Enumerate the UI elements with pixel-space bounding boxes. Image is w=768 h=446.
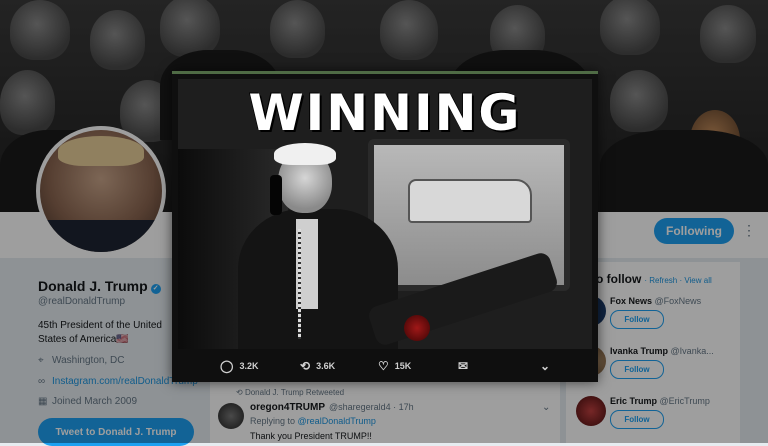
follow-button[interactable]: Follow xyxy=(610,310,664,329)
profile-location-row: ⌖ Washington, DC xyxy=(38,355,124,366)
image-headline: WINNING xyxy=(248,84,522,142)
banner-person xyxy=(600,0,660,55)
red-virus-emblem xyxy=(404,315,430,341)
retweet-icon: ⟲ xyxy=(236,388,245,397)
follow-button[interactable]: Follow xyxy=(610,410,664,429)
banner-person xyxy=(270,0,325,58)
tweet-image[interactable]: WINNING xyxy=(178,79,592,349)
banner-person xyxy=(380,0,438,60)
suggestion-handle[interactable]: @Ivanka... xyxy=(671,346,714,356)
suggestion-avatar[interactable] xyxy=(576,396,606,426)
more-icon[interactable]: ⋮ xyxy=(742,222,756,239)
suggestion-name-row: Eric Trump @EricTrump xyxy=(610,396,710,406)
tweet-author-avatar[interactable] xyxy=(218,403,244,429)
profile-handle[interactable]: @realDonaldTrump xyxy=(38,296,125,307)
profile-avatar[interactable] xyxy=(36,126,166,256)
verified-icon: ✓ xyxy=(150,284,161,294)
retweet-note-text: Donald J. Trump Retweeted xyxy=(244,388,345,397)
heart-icon: ♡ xyxy=(378,359,389,373)
banner-person xyxy=(700,5,756,63)
tweet-author-handle[interactable]: @sharegerald4 · 17h xyxy=(329,402,414,412)
suggestion-name-row: Fox News @FoxNews xyxy=(610,296,701,306)
banner-person xyxy=(160,0,220,57)
profile-joined: Joined March 2009 xyxy=(52,396,138,407)
reply-count: 3.2K xyxy=(239,361,259,371)
chevron-down-icon[interactable]: ⌄ xyxy=(542,402,550,413)
profile-joined-row: ▦ Joined March 2009 xyxy=(38,396,137,407)
banner-person xyxy=(10,0,70,60)
retweet-icon: ⟲ xyxy=(300,359,311,373)
banner-suit xyxy=(600,130,768,212)
like-action[interactable]: ♡ 15K xyxy=(378,359,411,373)
link-icon: ∞ xyxy=(38,376,46,387)
tweet-replying-to: Replying to @realDonaldTrump xyxy=(250,416,376,426)
map-pin-icon: ⌖ xyxy=(38,355,44,366)
suggestion-eric-trump: Eric Trump @EricTrump Follow xyxy=(576,396,736,444)
retweet-note: ⟲ Donald J. Trump Retweeted xyxy=(236,388,344,397)
message-action[interactable]: ✉ xyxy=(458,359,474,373)
suggestion-name[interactable]: Eric Trump xyxy=(610,396,657,406)
modal-top-bar xyxy=(172,71,598,74)
reply-icon: ◯ xyxy=(220,359,234,373)
retweet-count: 3.6K xyxy=(316,361,336,371)
following-button[interactable]: Following xyxy=(654,218,734,244)
tweet-to-button[interactable]: Tweet to Donald J. Trump xyxy=(38,418,194,446)
suggestion-name[interactable]: Fox News xyxy=(610,296,652,306)
profile-bio: 45th President of the United States of A… xyxy=(38,320,162,345)
tweet-text: Thank you President TRUMP!! xyxy=(250,431,372,441)
tweet-author-row: oregon4TRUMP @sharegerald4 · 17h xyxy=(250,402,414,413)
suggestion-fox-news: Fox News @FoxNews Follow xyxy=(576,296,736,344)
avatar-hair xyxy=(58,136,144,166)
chevron-down-icon: ⌄ xyxy=(540,359,551,373)
tweet-author-name[interactable]: oregon4TRUMP xyxy=(250,402,325,413)
phone-cord xyxy=(298,229,301,339)
man-hair xyxy=(274,143,336,165)
like-count: 15K xyxy=(394,361,412,371)
profile-location: Washington, DC xyxy=(52,355,125,366)
suggestion-name[interactable]: Ivanka Trump xyxy=(610,346,668,356)
follow-button[interactable]: Follow xyxy=(610,360,664,379)
retweet-action[interactable]: ⟲ 3.6K xyxy=(300,359,335,373)
suggestion-ivanka-trump: Ivanka Trump @Ivanka... Follow xyxy=(576,346,736,394)
suggestion-handle[interactable]: @EricTrump xyxy=(660,396,710,406)
calendar-icon: ▦ xyxy=(38,396,48,407)
media-modal: WINNING ◯ 3.2K ⟲ 3.6K ♡ 15K ✉ ⌄ xyxy=(172,71,598,382)
message-icon: ✉ xyxy=(458,359,469,373)
replying-to-handle[interactable]: @realDonaldTrump xyxy=(298,416,376,426)
who-to-follow-heading: o follow xyxy=(596,272,642,286)
banner-person xyxy=(90,10,145,70)
suggestion-handle[interactable]: @FoxNews xyxy=(655,296,702,306)
more-actions[interactable]: ⌄ xyxy=(540,359,556,373)
phone-handset xyxy=(270,175,282,215)
refresh-view-all-link[interactable]: · Refresh · View all xyxy=(644,276,711,285)
banner-person xyxy=(610,70,668,132)
suggestion-name-row: Ivanka Trump @Ivanka... xyxy=(610,346,714,356)
profile-name-row: Donald J. Trump ✓ xyxy=(38,278,161,294)
taxi-outside xyxy=(408,179,532,223)
banner-person xyxy=(0,70,55,135)
profile-name[interactable]: Donald J. Trump xyxy=(38,278,148,294)
avatar-jacket xyxy=(40,220,162,252)
who-to-follow-title: o follow · Refresh · View all xyxy=(596,272,712,286)
replying-to-label: Replying to xyxy=(250,416,296,426)
reply-action[interactable]: ◯ 3.2K xyxy=(220,359,258,373)
